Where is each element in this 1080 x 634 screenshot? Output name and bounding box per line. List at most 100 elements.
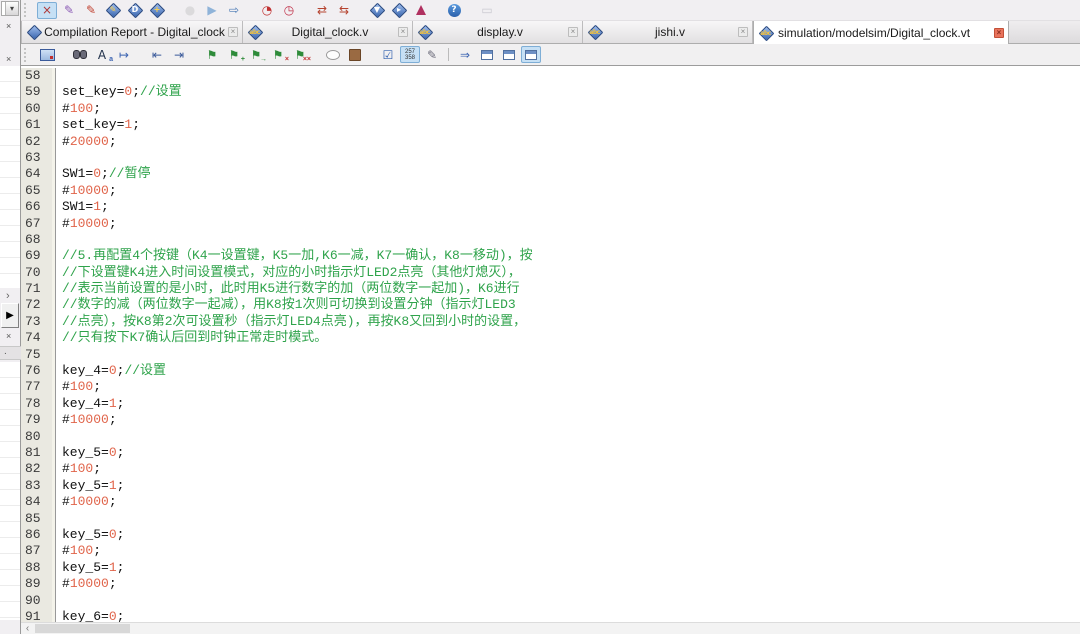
delete-all-bookmarks-icon[interactable]: ⚑ ×× (290, 46, 311, 64)
code-line[interactable]: 61 set_key=1; (21, 117, 1080, 134)
code-line[interactable]: 84 #10000; (21, 494, 1080, 511)
code-line[interactable]: 74 //只有按下K7确认后回到时钟正常走时模式。 (21, 330, 1080, 347)
line-number: 75 (21, 346, 55, 364)
insert-template-icon[interactable]: ⇒ (455, 46, 475, 63)
goto-line-icon[interactable]: ↦ (114, 46, 134, 63)
code-line[interactable]: 69 //5.再配置4个按键（K4一设置键，K5一加,K6一减，K7一确认，K8一… (21, 248, 1080, 265)
code-line[interactable]: 68 (21, 231, 1080, 249)
code-line[interactable]: 62 #20000; (21, 133, 1080, 150)
rapid-recompile-icon[interactable]: ⇨ (224, 2, 244, 19)
chevron-down-icon[interactable]: ▾ (5, 2, 18, 15)
code-line[interactable]: 60 #100; (21, 100, 1080, 118)
toolbar-grip[interactable] (24, 3, 30, 17)
delete-bookmark-icon[interactable]: ⚑ × (268, 46, 289, 64)
stopwatch-icon[interactable]: ◷ (279, 2, 299, 19)
code-line[interactable]: 83 key_5=1; (21, 477, 1080, 495)
horizontal-scrollbar[interactable]: ‹ (21, 622, 1080, 634)
file-diamond-icon: abc (417, 25, 432, 39)
code-line[interactable]: 86 key_5=0; (21, 526, 1080, 544)
scroll-left-arrow-icon[interactable]: ‹ (21, 623, 34, 634)
code-segment: ; (116, 608, 125, 622)
panel-close-icon[interactable]: × (6, 55, 11, 64)
code-line[interactable]: 88 key_5=1; (21, 559, 1080, 577)
find-icon[interactable] (70, 46, 90, 63)
indent-icon[interactable]: ⇤ (147, 46, 167, 63)
panel-close-icon[interactable]: × (6, 332, 11, 341)
window-icon-3[interactable] (521, 46, 541, 63)
tab-close-icon[interactable]: × (994, 27, 1004, 38)
code-line[interactable]: 65 #10000; (21, 182, 1080, 200)
code-line[interactable]: 81 key_5=0; (21, 444, 1080, 462)
editor-display-icon[interactable] (37, 46, 57, 63)
toggle-bookmark-icon[interactable]: ⚑ (202, 46, 222, 63)
tab-close-icon[interactable]: × (738, 27, 748, 37)
code-line[interactable]: 59 set_key=0;//设置 (21, 84, 1080, 101)
timing-analyzer-icon[interactable]: ◔ (257, 2, 277, 19)
code-line[interactable]: 58 (21, 68, 1080, 85)
window-icon-1[interactable] (477, 46, 497, 63)
stop-processing-icon[interactable]: ● (180, 2, 200, 19)
rtl-viewer-icon[interactable]: ⇄ (312, 2, 332, 19)
analyze-current-file-icon[interactable]: ☑ (378, 46, 398, 63)
tab-jishi-v[interactable]: abc jishi.v × (583, 21, 753, 43)
stamp-icon[interactable]: ✎ (422, 46, 442, 63)
edit-wand-icon[interactable]: ✎ (59, 2, 79, 19)
code-line[interactable]: 91 key_6=0; (21, 608, 1080, 622)
tab-close-icon[interactable]: × (568, 27, 578, 37)
code-line[interactable]: 77 #100; (21, 379, 1080, 396)
code-text: key_5=0; (56, 445, 124, 461)
code-line[interactable]: 72 //数字的减（两位数字一起减），用K8按1次则可切换到设置分钟（指示灯LED… (21, 297, 1080, 314)
next-bookmark-icon[interactable]: ⚑ → (246, 46, 267, 64)
toolbar-grip[interactable] (24, 47, 30, 62)
pin-planner-icon[interactable]: + (147, 2, 167, 19)
left-panel-combobox[interactable]: ▾ (1, 1, 19, 16)
signal-tap-icon[interactable]: ▸ (389, 2, 409, 19)
code-line[interactable]: 82 #100; (21, 461, 1080, 478)
code-line[interactable]: 76 key_4=0;//设置 (21, 363, 1080, 380)
code-line[interactable]: 63 (21, 149, 1080, 167)
find-replace-icon[interactable]: Aa (92, 46, 113, 64)
code-line[interactable]: 73 //点亮），按K8第2次可设置秒（指示灯LED4点亮)，再按K8又回到小时的… (21, 313, 1080, 331)
code-line[interactable]: 66 SW1=1; (21, 199, 1080, 216)
code-line[interactable]: 85 (21, 510, 1080, 527)
tab-close-icon[interactable]: × (398, 27, 408, 37)
outdent-icon[interactable]: ⇥ (169, 46, 189, 63)
feedback-icon[interactable]: ▭ (477, 2, 497, 19)
code-line[interactable]: 78 key_4=1; (21, 395, 1080, 413)
code-line[interactable]: 70 //下设置键K4进入时间设置模式，对应的小时指示灯LED2点亮（其他灯熄灭）… (21, 264, 1080, 282)
add-bookmark-icon[interactable]: ⚑ + (224, 46, 245, 64)
code-line[interactable]: 79 #10000; (21, 412, 1080, 429)
red-pencil-icon[interactable]: ✎ (81, 2, 101, 19)
window-icon-2[interactable] (499, 46, 519, 63)
assignment-editor-icon[interactable]: ✎ (103, 2, 123, 19)
help-icon[interactable]: ? (444, 2, 464, 19)
code-line[interactable]: 90 (21, 592, 1080, 609)
uncomment-icon[interactable] (345, 46, 365, 63)
programmer-icon[interactable]: ▼ (367, 2, 387, 19)
selected-tool-icon[interactable]: × (37, 1, 57, 19)
panel-close-icon[interactable]: × (6, 22, 11, 31)
code-line[interactable]: 80 (21, 428, 1080, 445)
code-text: key_5=0; (56, 527, 124, 543)
code-line[interactable]: 89 #10000; (21, 576, 1080, 593)
system-builder-icon[interactable] (411, 2, 431, 19)
code-line[interactable]: 87 #100; (21, 543, 1080, 560)
chevron-right-icon: › (6, 290, 10, 302)
scrollbar-thumb[interactable] (35, 624, 130, 633)
tab-display-v[interactable]: abc display.v × (413, 21, 583, 43)
code-line[interactable]: 67 #10000; (21, 215, 1080, 232)
tab-compilation-report[interactable]: Compilation Report - Digital_clock × (21, 21, 243, 43)
comment-icon[interactable] (323, 46, 343, 63)
line-numbers-icon[interactable]: 257 358 (400, 46, 420, 63)
tab-close-icon[interactable]: × (228, 27, 238, 37)
code-line[interactable]: 64 SW1=0;//暂停 (21, 166, 1080, 183)
tab-digital-clock-v[interactable]: abc Digital_clock.v × (243, 21, 413, 43)
tab-digital-clock-vt[interactable]: abc simulation/modelsim/Digital_clock.vt × (753, 21, 1009, 44)
device-settings-icon[interactable]: D (125, 2, 145, 19)
code-editor[interactable]: 58 59 set_key=0;//设置 60 #100; 61 set_key=1; 62 #… (21, 66, 1080, 634)
tech-map-viewer-icon[interactable]: ⇆ (334, 2, 354, 19)
code-line[interactable]: 75 (21, 346, 1080, 364)
code-line[interactable]: 71 //表示当前设置的是小时，此时用K5进行数字的加（两位数字一起加)，K6进行 (21, 281, 1080, 298)
expand-panel-button[interactable]: ▶ (1, 303, 19, 328)
start-compilation-icon[interactable]: ▶ (202, 2, 222, 19)
